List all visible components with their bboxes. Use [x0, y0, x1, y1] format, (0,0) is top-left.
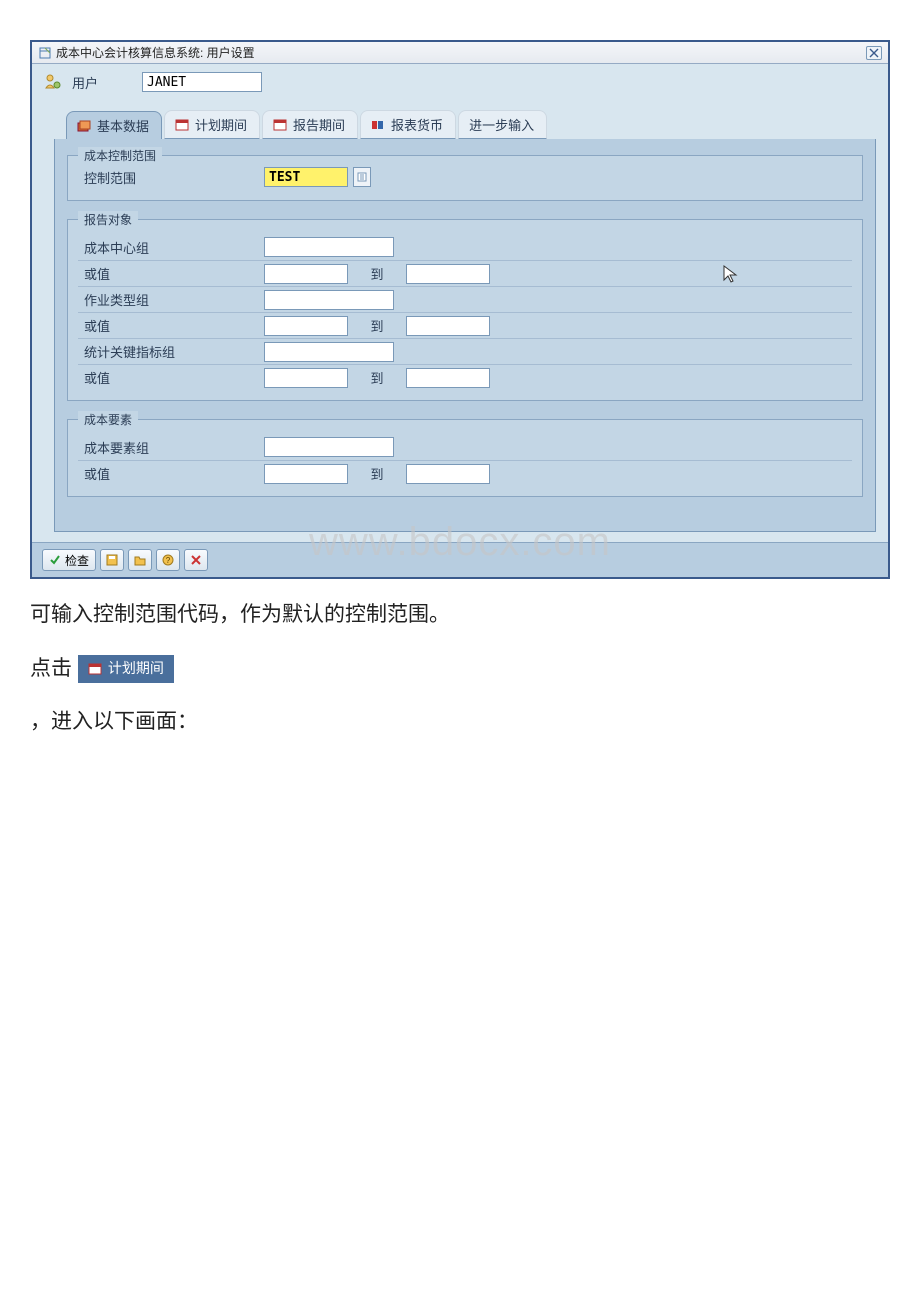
doc-line1: 可输入控制范围代码，作为默认的控制范围。 [30, 597, 890, 633]
user-row: 用户 [44, 72, 876, 92]
tab-label: 报表货币 [391, 115, 443, 134]
stat-key-to-input[interactable] [406, 368, 490, 388]
to-label: 到 [354, 264, 400, 283]
cost-element-to-input[interactable] [406, 464, 490, 484]
calendar-icon [175, 119, 189, 131]
close-button[interactable] [866, 46, 882, 60]
tab-plan-period[interactable]: 计划期间 [164, 110, 260, 139]
group-title: 成本控制范围 [78, 147, 162, 164]
cost-center-group-input[interactable] [264, 237, 394, 257]
window-title: 成本中心会计核算信息系统: 用户设置 [56, 44, 866, 61]
tab-label: 报告期间 [293, 115, 345, 134]
to-label: 到 [354, 368, 400, 387]
user-input[interactable] [142, 72, 262, 92]
inline-tab-plan-period: 计划期间 [78, 655, 174, 683]
group-title: 报告对象 [78, 211, 138, 228]
cost-element-from-input[interactable] [264, 464, 348, 484]
field-label: 成本要素组 [78, 438, 258, 457]
tab-further-input[interactable]: 进一步输入 [458, 110, 547, 139]
group-control-area: 成本控制范围 控制范围 [67, 155, 863, 201]
window-icon [38, 46, 52, 60]
open-button[interactable] [128, 549, 152, 571]
to-label: 到 [354, 464, 400, 483]
titlebar: 成本中心会计核算信息系统: 用户设置 [32, 42, 888, 64]
field-label: 成本中心组 [78, 238, 258, 257]
group-title: 成本要素 [78, 411, 138, 428]
cost-element-group-input[interactable] [264, 437, 394, 457]
activity-to-input[interactable] [406, 316, 490, 336]
calendar-icon [273, 119, 287, 131]
tab-label: 进一步输入 [469, 115, 534, 134]
doc-line2-prefix: 点击 [30, 657, 72, 680]
activity-from-input[interactable] [264, 316, 348, 336]
save-button[interactable] [100, 549, 124, 571]
tab-panel: 成本控制范围 控制范围 报告对象 成本中心组 或值到 作业类型组 或值到 统计关… [54, 139, 876, 532]
cursor-icon [722, 264, 738, 289]
activity-type-group-input[interactable] [264, 290, 394, 310]
group-report-object: 报告对象 成本中心组 或值到 作业类型组 或值到 统计关键指标组 或值到 [67, 219, 863, 401]
field-label: 统计关键指标组 [78, 342, 258, 361]
doc-line3: ，进入以下画面： [30, 704, 890, 740]
sap-dialog: 成本中心会计核算信息系统: 用户设置 用户 基本数据 计划 [30, 40, 890, 579]
check-label: 检查 [65, 552, 89, 569]
tab-basic-data[interactable]: 基本数据 [66, 111, 162, 139]
field-label-control-area: 控制范围 [78, 168, 258, 187]
field-label: 或值 [78, 368, 258, 387]
stat-key-from-input[interactable] [264, 368, 348, 388]
field-label: 或值 [78, 464, 258, 483]
tab-label: 计划期间 [195, 115, 247, 134]
control-area-input[interactable] [264, 167, 348, 187]
user-label: 用户 [72, 73, 132, 92]
to-label: 到 [354, 316, 400, 335]
inline-tab-label: 计划期间 [108, 657, 164, 681]
svg-text:?: ? [166, 556, 171, 565]
calendar-icon [88, 663, 102, 675]
field-label: 或值 [78, 264, 258, 283]
currency-icon [371, 119, 385, 131]
field-label: 作业类型组 [78, 290, 258, 309]
check-button[interactable]: 检查 [42, 549, 96, 571]
help-button[interactable]: ? [156, 549, 180, 571]
group-cost-element: 成本要素 成本要素组 或值到 [67, 419, 863, 497]
search-help-button[interactable] [353, 167, 371, 187]
basic-data-icon [77, 120, 91, 132]
cost-center-from-input[interactable] [264, 264, 348, 284]
tab-report-period[interactable]: 报告期间 [262, 110, 358, 139]
tabstrip: 基本数据 计划期间 报告期间 报表货币 进一步输入 [44, 110, 876, 139]
tab-report-currency[interactable]: 报表货币 [360, 110, 456, 139]
bottom-toolbar: 检查 ? [32, 542, 888, 577]
doc-line2: 点击 计划期间 [30, 651, 890, 687]
cost-center-to-input[interactable] [406, 264, 490, 284]
stat-key-group-input[interactable] [264, 342, 394, 362]
field-label: 或值 [78, 316, 258, 335]
cancel-button[interactable] [184, 549, 208, 571]
user-icon [44, 73, 62, 91]
tab-label: 基本数据 [97, 116, 149, 135]
